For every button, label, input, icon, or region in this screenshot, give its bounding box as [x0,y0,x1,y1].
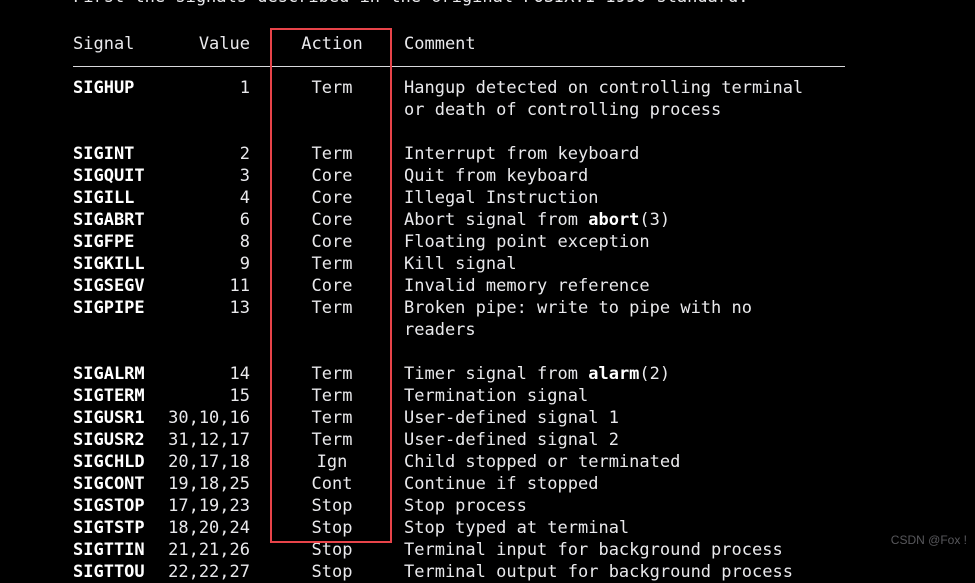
table-row: SIGUSR2 31,12,17 Term User-defined signal 2 [0,429,975,451]
cell-value: 4 [239,188,250,208]
table-row: SIGALRM 14 Term Timer signal from alarm(2) [0,363,975,385]
cell-comment: Abort signal from abort(3) [404,210,671,230]
cell-value: 8 [239,232,250,252]
cell-action: Stop [311,496,353,516]
column-header-signal: Signal [73,34,135,54]
cell-action: Ign [316,452,348,472]
cell-value: 13 [229,298,250,318]
intro-text: First the signals described in the origi… [73,0,749,8]
cell-comment: Stop process [404,496,527,516]
table-row: SIGSTOP 17,19,23 Stop Stop process [0,495,975,517]
cell-comment: Interrupt from keyboard [404,144,640,164]
table-row: SIGHUP 1 Term Hangup detected on controllin… [0,77,975,99]
cell-value: 6 [239,210,250,230]
cell-action: Term [311,78,353,98]
table-row: SIGTERM 15 Term Termination signal [0,385,975,407]
cell-value: 21,21,26 [168,540,250,560]
cell-action: Core [311,166,353,186]
cell-action: Stop [311,518,353,538]
cell-value: 1 [239,78,250,98]
cell-value: 19,18,25 [168,474,250,494]
terminal-page: First the signals described in the origi… [0,0,975,582]
cell-comment: Continue if stopped [404,474,599,494]
cell-action: Stop [311,562,353,582]
cell-value: 2 [239,144,250,164]
cell-signal: SIGFPE [73,232,135,252]
table-row: SIGKILL 9 Term Kill signal [0,253,975,275]
cell-comment: Stop typed at terminal [404,518,630,538]
header-separator-rule [73,66,845,67]
cell-value: 3 [239,166,250,186]
signals-table: Signal Value Action Comment SIGHUP 1 Term Hangu… [0,33,975,583]
cell-action: Term [311,364,353,384]
table-row: SIGSEGV 11 Core Invalid memory reference [0,275,975,297]
column-header-action: Action [301,34,363,54]
column-header-value: Value [198,34,250,54]
cell-action: Term [311,298,353,318]
cell-comment: Floating point exception [404,232,650,252]
cell-action: Term [311,386,353,406]
cell-comment: Timer signal from alarm(2) [404,364,671,384]
cell-signal: SIGHUP [73,78,135,98]
comment-manpage-ref: alarm [588,364,640,384]
cell-comment: Child stopped or terminated [404,452,681,472]
watermark: CSDN @Fox ! [890,533,967,547]
cell-action: Term [311,254,353,274]
table-row: SIGTSTP 18,20,24 Stop Stop typed at termina… [0,517,975,539]
table-row-spacer [0,121,975,143]
column-header-comment: Comment [404,34,476,54]
table-row: SIGFPE 8 Core Floating point exception [0,231,975,253]
cell-value: 20,17,18 [168,452,250,472]
cell-comment: Terminal input for background process [404,540,783,560]
cell-comment: Broken pipe: write to pipe with no [404,298,752,318]
cell-action: Term [311,408,353,428]
table-row: SIGTTOU 22,22,27 Stop Terminal output for b… [0,561,975,583]
cell-action: Core [311,188,353,208]
table-row: SIGCHLD 20,17,18 Ign Child stopped or termi… [0,451,975,473]
cell-action: Term [311,144,353,164]
cell-comment-continuation: readers [404,320,476,340]
cell-value: 17,19,23 [168,496,250,516]
table-row: SIGTTIN 21,21,26 Stop Terminal input for ba… [0,539,975,561]
cell-comment: User-defined signal 1 [404,408,619,428]
cell-comment: Invalid memory reference [404,276,650,296]
cell-comment: Quit from keyboard [404,166,589,186]
cell-value: 9 [239,254,250,274]
cell-value: 30,10,16 [168,408,250,428]
cell-value: 14 [229,364,250,384]
cell-signal: SIGILL [73,188,135,208]
cell-value: 18,20,24 [168,518,250,538]
cell-value: 15 [229,386,250,406]
cell-action: Cont [311,474,353,494]
cell-value: 31,12,17 [168,430,250,450]
cell-comment: Hangup detected on controlling terminal [404,78,804,98]
cell-comment: Kill signal [404,254,517,274]
cell-action: Core [311,232,353,252]
table-row: SIGABRT 6 Core Abort signal from abort(3) [0,209,975,231]
table-row: SIGILL 4 Core Illegal Instruction [0,187,975,209]
cell-value: 11 [229,276,250,296]
cell-comment: Terminal output for background process [404,562,793,582]
table-header-row: Signal Value Action Comment [0,33,975,55]
table-row: SIGUSR1 30,10,16 Term User-defined signal 1 [0,407,975,429]
cell-comment-continuation: or death of controlling process [404,100,722,120]
table-row: SIGINT 2 Term Interrupt from keyboard [0,143,975,165]
cell-comment: Illegal Instruction [404,188,599,208]
table-row: SIGCONT 19,18,25 Cont Continue if stopped [0,473,975,495]
table-row-spacer [0,341,975,363]
cell-comment: User-defined signal 2 [404,430,619,450]
cell-action: Core [311,276,353,296]
table-row: SIGQUIT 3 Core Quit from keyboard [0,165,975,187]
cell-comment: Termination signal [404,386,589,406]
cell-action: Term [311,430,353,450]
cell-value: 22,22,27 [168,562,250,582]
cell-signal: SIGINT [73,144,135,164]
table-row-continuation: or death of controlling process [0,99,975,121]
cell-action: Stop [311,540,353,560]
comment-manpage-ref: abort [588,210,640,230]
cell-action: Core [311,210,353,230]
table-row-continuation: readers [0,319,975,341]
table-row: SIGPIPE 13 Term Broken pipe: write to pipe … [0,297,975,319]
